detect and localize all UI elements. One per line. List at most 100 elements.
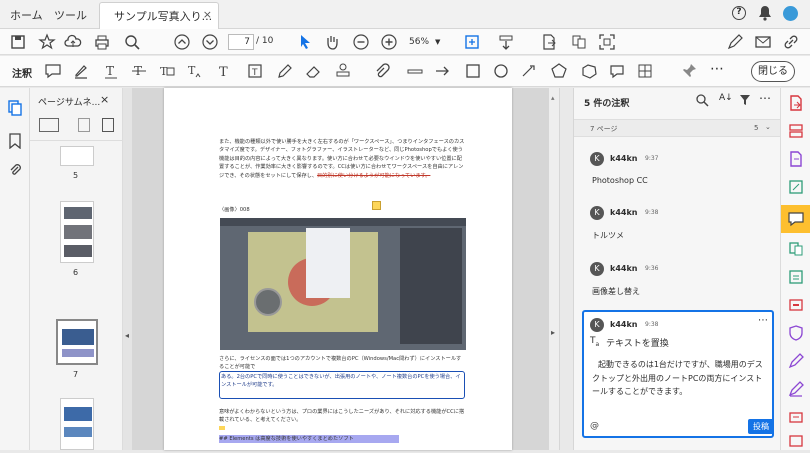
- help-icon[interactable]: ?: [732, 6, 746, 20]
- combine-files-icon[interactable]: [570, 33, 588, 51]
- fill-sign-icon[interactable]: [787, 352, 805, 370]
- panel-splitter[interactable]: ◂: [123, 88, 132, 450]
- callout-tool-icon[interactable]: [608, 62, 626, 80]
- select-cursor-icon[interactable]: [296, 33, 314, 51]
- strikethrough-text-icon[interactable]: T: [130, 62, 148, 80]
- comment-item[interactable]: K k44kn 9:36 画像差し替え: [582, 258, 772, 308]
- comments-page-section[interactable]: 7 ページ 5 ⌄: [574, 119, 781, 137]
- bookmark-icon[interactable]: [8, 133, 22, 152]
- doc-paragraph: 意味がよくわからないという方は、プロの業界にはこうしたニーズがあり、それに対応す…: [219, 409, 465, 424]
- text-box-icon[interactable]: T: [246, 62, 264, 80]
- thumbnail-options-icon[interactable]: [39, 118, 59, 132]
- arrow-tool-icon[interactable]: [434, 62, 452, 80]
- bell-icon[interactable]: [758, 5, 772, 24]
- sort-icon[interactable]: A↓: [719, 93, 733, 103]
- attach-icon[interactable]: [372, 62, 390, 80]
- comment-tool-icon[interactable]: [787, 210, 805, 228]
- underline-text-icon[interactable]: T: [102, 62, 120, 80]
- document-tab[interactable]: サンプル写真入り... ×: [99, 2, 219, 29]
- more-options-icon[interactable]: ⋯: [759, 91, 771, 105]
- search-icon[interactable]: [695, 93, 709, 110]
- page-number-input[interactable]: 7: [228, 34, 254, 50]
- request-signature-icon[interactable]: [787, 380, 805, 398]
- create-pdf-icon[interactable]: [787, 150, 805, 168]
- export-pdf-icon[interactable]: [787, 94, 805, 112]
- mention-icon[interactable]: @: [590, 421, 599, 431]
- post-button[interactable]: 投稿: [748, 419, 774, 434]
- scroll-mode-icon[interactable]: [497, 33, 515, 51]
- zoom-dropdown[interactable]: 56% ▼: [409, 34, 449, 50]
- page-thumbnail-selected[interactable]: [56, 319, 98, 365]
- more-options-icon[interactable]: ⋯: [708, 62, 726, 80]
- print-production-icon[interactable]: [787, 408, 805, 426]
- rectangle-tool-icon[interactable]: [464, 62, 482, 80]
- measure-tool-icon[interactable]: [636, 62, 654, 80]
- vertical-scrollbar[interactable]: ▴ ▸: [549, 88, 559, 450]
- hand-tool-icon[interactable]: [323, 33, 341, 51]
- protect-shield-icon[interactable]: [787, 324, 805, 342]
- account-avatar[interactable]: [783, 6, 798, 21]
- add-text-icon[interactable]: T: [216, 62, 234, 80]
- active-comment-card[interactable]: K k44kn 9:38 ⋯ Ta テキストを置換 起動できるのは1台だけですが…: [582, 310, 774, 438]
- mail-icon[interactable]: [754, 33, 772, 51]
- menu-home[interactable]: ホーム: [10, 7, 43, 23]
- page-down-icon[interactable]: [201, 33, 219, 51]
- document-tab-close-icon[interactable]: ×: [203, 8, 212, 21]
- stamp-icon[interactable]: [334, 62, 352, 80]
- comment-item[interactable]: K k44kn 9:38 トルツメ: [582, 202, 772, 252]
- sticky-note-marker[interactable]: [372, 201, 381, 210]
- comment-time: 9:36: [645, 265, 659, 272]
- organize-pages-icon[interactable]: [787, 122, 805, 140]
- zoom-search-icon[interactable]: [123, 33, 141, 51]
- right-tools-rail: [780, 88, 810, 450]
- page-thumbnail[interactable]: [60, 398, 94, 450]
- cloud-tool-icon[interactable]: [520, 62, 538, 80]
- crop-scan-icon[interactable]: [598, 33, 616, 51]
- zoom-out-icon[interactable]: [352, 33, 370, 51]
- more-tools-icon[interactable]: [787, 432, 805, 450]
- highlight-pen-icon[interactable]: [72, 62, 90, 80]
- insert-page-icon[interactable]: [102, 118, 114, 132]
- comment-marker[interactable]: [219, 426, 225, 430]
- star-icon[interactable]: [38, 33, 56, 51]
- more-options-icon[interactable]: ⋯: [758, 315, 768, 326]
- oval-tool-icon[interactable]: [492, 62, 510, 80]
- delete-page-icon[interactable]: [78, 118, 90, 132]
- line-tool-icon[interactable]: [406, 62, 424, 80]
- eraser-icon[interactable]: [304, 62, 322, 80]
- zoom-in-icon[interactable]: [380, 33, 398, 51]
- edit-pdf-icon[interactable]: [787, 178, 805, 196]
- save-icon[interactable]: [9, 33, 27, 51]
- page-thumbnails-icon[interactable]: [7, 100, 23, 119]
- replace-text-icon[interactable]: T: [158, 62, 176, 80]
- share-link-icon[interactable]: [782, 33, 800, 51]
- print-icon[interactable]: [93, 33, 111, 51]
- document-export-icon[interactable]: [540, 33, 558, 51]
- page-thumbnail[interactable]: [60, 201, 94, 263]
- replace-text-annotation[interactable]: ある。2台のPCで同時に使うことはできないが、出張用のノートや、ノート複数台のP…: [219, 371, 465, 399]
- filter-icon[interactable]: [739, 94, 751, 109]
- page-up-icon[interactable]: [173, 33, 191, 51]
- comment-text-input[interactable]: 起動できるのは1台だけですが、職場用のデスクトップと外出用のノートPCの両方にイ…: [592, 358, 768, 399]
- comment-item[interactable]: K k44kn 9:37 Photoshop CC: [582, 148, 772, 198]
- attachment-clip-icon[interactable]: [8, 162, 22, 181]
- redact-icon[interactable]: [787, 296, 805, 314]
- menu-tools[interactable]: ツール: [54, 7, 87, 23]
- fit-page-icon[interactable]: [463, 33, 481, 51]
- upload-cloud-icon[interactable]: [64, 33, 82, 51]
- polygon-tool-icon[interactable]: [550, 62, 568, 80]
- pencil-icon[interactable]: [276, 62, 294, 80]
- close-comment-button[interactable]: 閉じる: [751, 61, 795, 82]
- highlight-annotation[interactable]: ## Elements は高度な技術を使いやすくまとめたソフト: [219, 435, 399, 444]
- sign-pen-icon[interactable]: [726, 33, 744, 51]
- insert-text-icon[interactable]: T: [186, 62, 204, 80]
- thumbnails-close-icon[interactable]: ×: [100, 93, 109, 106]
- scan-ocr-icon[interactable]: [787, 268, 805, 286]
- combine-icon[interactable]: [787, 240, 805, 258]
- sticky-note-icon[interactable]: [44, 62, 62, 80]
- pin-icon[interactable]: [680, 62, 698, 80]
- chevron-down-icon[interactable]: ⌄: [765, 123, 771, 131]
- page-thumbnail[interactable]: [60, 146, 94, 166]
- strikethrough-annotation[interactable]: 目的別に使い分けるようが可能になっています。: [317, 173, 430, 179]
- polyline-tool-icon[interactable]: [580, 62, 598, 80]
